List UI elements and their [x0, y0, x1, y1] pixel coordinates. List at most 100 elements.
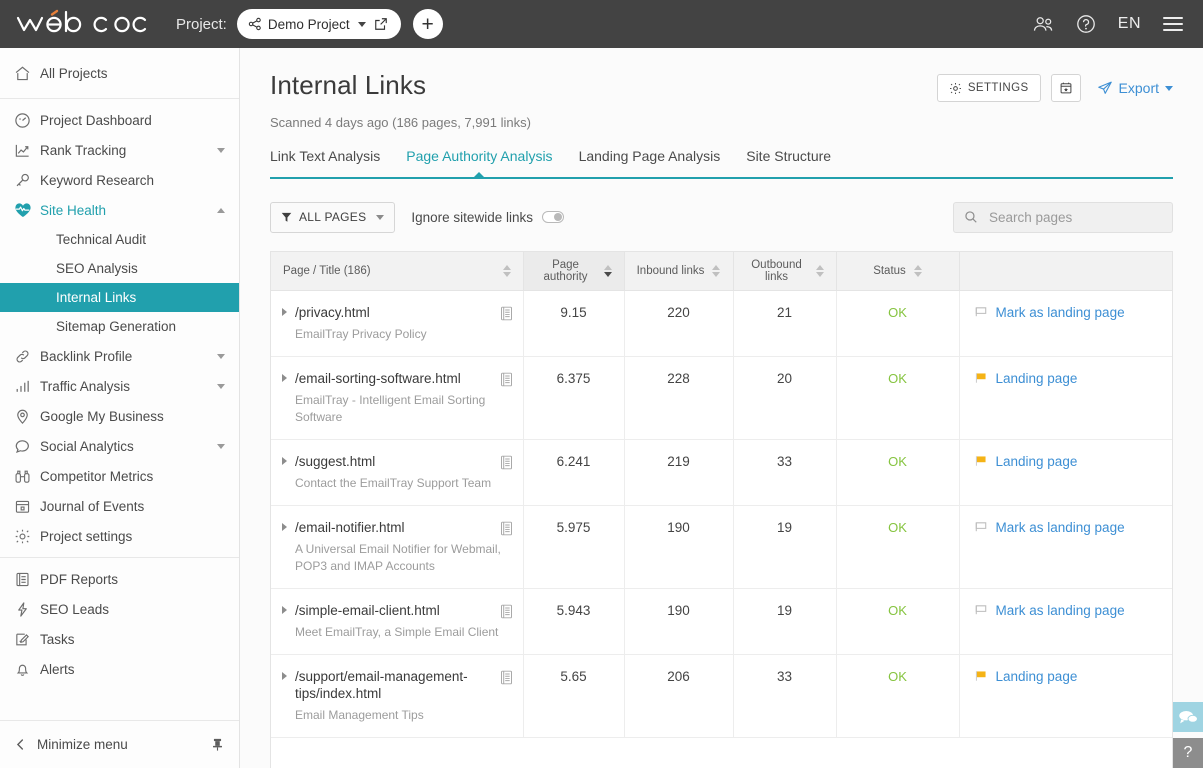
table-row[interactable]: /email-sorting-software.html EmailTray - … [271, 356, 1172, 440]
page-url[interactable]: /suggest.html [295, 453, 494, 470]
add-project-button[interactable]: + [412, 9, 443, 39]
ignore-sitewide-links[interactable]: Ignore sitewide links [411, 210, 564, 225]
project-selector[interactable]: Demo Project [236, 9, 401, 39]
calendar-icon [14, 498, 40, 515]
sidebar-item-traffic-analysis[interactable]: Traffic Analysis [0, 371, 239, 401]
hamburger-menu-icon[interactable] [1163, 17, 1183, 31]
chevron-down-icon[interactable] [1165, 85, 1173, 91]
help-circle-icon[interactable] [1076, 14, 1096, 34]
pin-icon[interactable] [210, 737, 225, 752]
sort-toggle[interactable] [913, 264, 922, 277]
sidebar-item-backlink-profile[interactable]: Backlink Profile [0, 341, 239, 371]
page-preview-icon[interactable] [500, 372, 513, 387]
minimize-menu-button[interactable]: Minimize menu [0, 720, 239, 768]
language-selector[interactable]: EN [1118, 15, 1141, 33]
page-preview-icon[interactable] [500, 455, 513, 470]
page-url[interactable]: /email-notifier.html [295, 519, 494, 536]
sidebar-item-technical-audit[interactable]: Technical Audit [0, 225, 239, 254]
sidebar-item-seo-leads[interactable]: SEO Leads [0, 594, 239, 624]
page-url[interactable]: /email-sorting-software.html [295, 370, 494, 387]
chevron-up-icon[interactable] [217, 207, 225, 213]
expand-row-toggle[interactable] [279, 373, 289, 382]
sort-toggle[interactable] [502, 264, 511, 277]
landing-page-action[interactable]: Mark as landing page [974, 520, 1163, 535]
expand-row-toggle[interactable] [279, 605, 289, 614]
page-preview-icon[interactable] [500, 306, 513, 321]
sort-toggle[interactable] [712, 264, 721, 277]
sidebar-item-competitor-metrics[interactable]: Competitor Metrics [0, 461, 239, 491]
schedule-button[interactable] [1050, 74, 1081, 102]
chevron-down-icon[interactable] [217, 147, 225, 153]
expand-row-toggle[interactable] [279, 456, 289, 465]
sidebar-item-tasks[interactable]: Tasks [0, 624, 239, 654]
table-row[interactable]: /simple-email-client.html Meet EmailTray,… [271, 588, 1172, 655]
page-url[interactable]: /privacy.html [295, 304, 494, 321]
tab-site-structure[interactable]: Site Structure [746, 148, 831, 177]
page-url[interactable]: /support/email-management-tips/index.htm… [295, 668, 494, 702]
page-title-text: EmailTray Privacy Policy [295, 326, 427, 341]
ignore-sitewide-toggle[interactable] [541, 211, 564, 223]
tab-landing-page-analysis[interactable]: Landing Page Analysis [579, 148, 721, 177]
all-pages-filter[interactable]: ALL PAGES [270, 201, 396, 233]
column-header-inbound-links[interactable]: Inbound links [624, 252, 734, 291]
landing-page-action[interactable]: Landing page [974, 454, 1163, 469]
chevron-down-icon[interactable] [217, 353, 225, 359]
chevron-down-icon[interactable] [217, 443, 225, 449]
search-pages-box[interactable] [953, 201, 1173, 233]
page-preview-icon[interactable] [500, 670, 513, 685]
expand-row-toggle[interactable] [279, 307, 289, 316]
flag-filled-icon [974, 669, 988, 683]
sidebar-item-google-my-business[interactable]: Google My Business [0, 401, 239, 431]
sidebar-item-pdf-reports[interactable]: PDF Reports [0, 564, 239, 594]
expand-row-toggle[interactable] [279, 522, 289, 531]
help-widget-button[interactable]: ? [1173, 738, 1203, 768]
web-ceo-logo[interactable] [14, 9, 166, 39]
column-header-page-title[interactable]: Page / Title (186) [271, 252, 524, 291]
table-row[interactable]: /support/email-management-tips/index.htm… [271, 654, 1172, 738]
sidebar-item-all-projects[interactable]: All Projects [0, 48, 239, 98]
sidebar-item-keyword-research[interactable]: Keyword Research [0, 165, 239, 195]
column-header-page-authority[interactable]: Page authority [523, 252, 625, 291]
chevron-down-icon[interactable] [376, 214, 385, 220]
sidebar-item-sitemap-generation[interactable]: Sitemap Generation [0, 312, 239, 341]
sidebar-item-project-settings[interactable]: Project settings [0, 521, 239, 551]
sidebar-item-seo-analysis[interactable]: SEO Analysis [0, 254, 239, 283]
column-header-outbound-links[interactable]: Outbound links [733, 252, 837, 291]
sidebar-item-social-analytics[interactable]: Social Analytics [0, 431, 239, 461]
top-bar: Project: Demo Project + EN [0, 0, 1203, 48]
chat-widget-button[interactable] [1173, 702, 1203, 732]
sidebar-item-alerts[interactable]: Alerts [0, 654, 239, 684]
search-input[interactable] [987, 208, 1162, 226]
page-url[interactable]: /simple-email-client.html [295, 602, 494, 619]
users-icon[interactable] [1033, 16, 1054, 33]
sort-toggle[interactable] [815, 264, 824, 277]
chat-bubbles-icon [1178, 709, 1198, 726]
export-button[interactable]: Export [1097, 80, 1173, 96]
landing-page-action[interactable]: Landing page [974, 669, 1163, 684]
column-header-status[interactable]: Status [836, 252, 960, 291]
sidebar-item-site-health[interactable]: Site Health [0, 195, 239, 225]
sidebar-item-rank-tracking[interactable]: Rank Tracking [0, 135, 239, 165]
tab-page-authority-analysis[interactable]: Page Authority Analysis [406, 148, 552, 177]
table-body: /privacy.html EmailTray Privacy Policy 9.1… [271, 290, 1172, 738]
external-link-icon[interactable] [374, 17, 388, 31]
landing-page-action[interactable]: Mark as landing page [974, 603, 1163, 618]
chevron-down-icon[interactable] [357, 21, 366, 27]
table-row[interactable]: /email-notifier.html A Universal Email No… [271, 505, 1172, 589]
landing-page-action[interactable]: Mark as landing page [974, 305, 1163, 320]
tab-link-text-analysis[interactable]: Link Text Analysis [270, 148, 380, 177]
map-pin-icon [14, 408, 40, 425]
settings-button[interactable]: SETTINGS [936, 74, 1041, 102]
cell-page: /email-notifier.html A Universal Email No… [271, 505, 524, 589]
landing-page-action[interactable]: Landing page [974, 371, 1163, 386]
sidebar-item-project-dashboard[interactable]: Project Dashboard [0, 105, 239, 135]
chevron-down-icon[interactable] [217, 383, 225, 389]
table-row[interactable]: /privacy.html EmailTray Privacy Policy 9.1… [271, 290, 1172, 357]
sidebar-item-internal-links[interactable]: Internal Links [0, 283, 239, 312]
sidebar-item-journal-of-events[interactable]: Journal of Events [0, 491, 239, 521]
table-row[interactable]: /suggest.html Contact the EmailTray Suppo… [271, 439, 1172, 506]
page-preview-icon[interactable] [500, 521, 513, 536]
expand-row-toggle[interactable] [279, 671, 289, 680]
page-preview-icon[interactable] [500, 604, 513, 619]
sort-toggle[interactable] [603, 264, 612, 277]
